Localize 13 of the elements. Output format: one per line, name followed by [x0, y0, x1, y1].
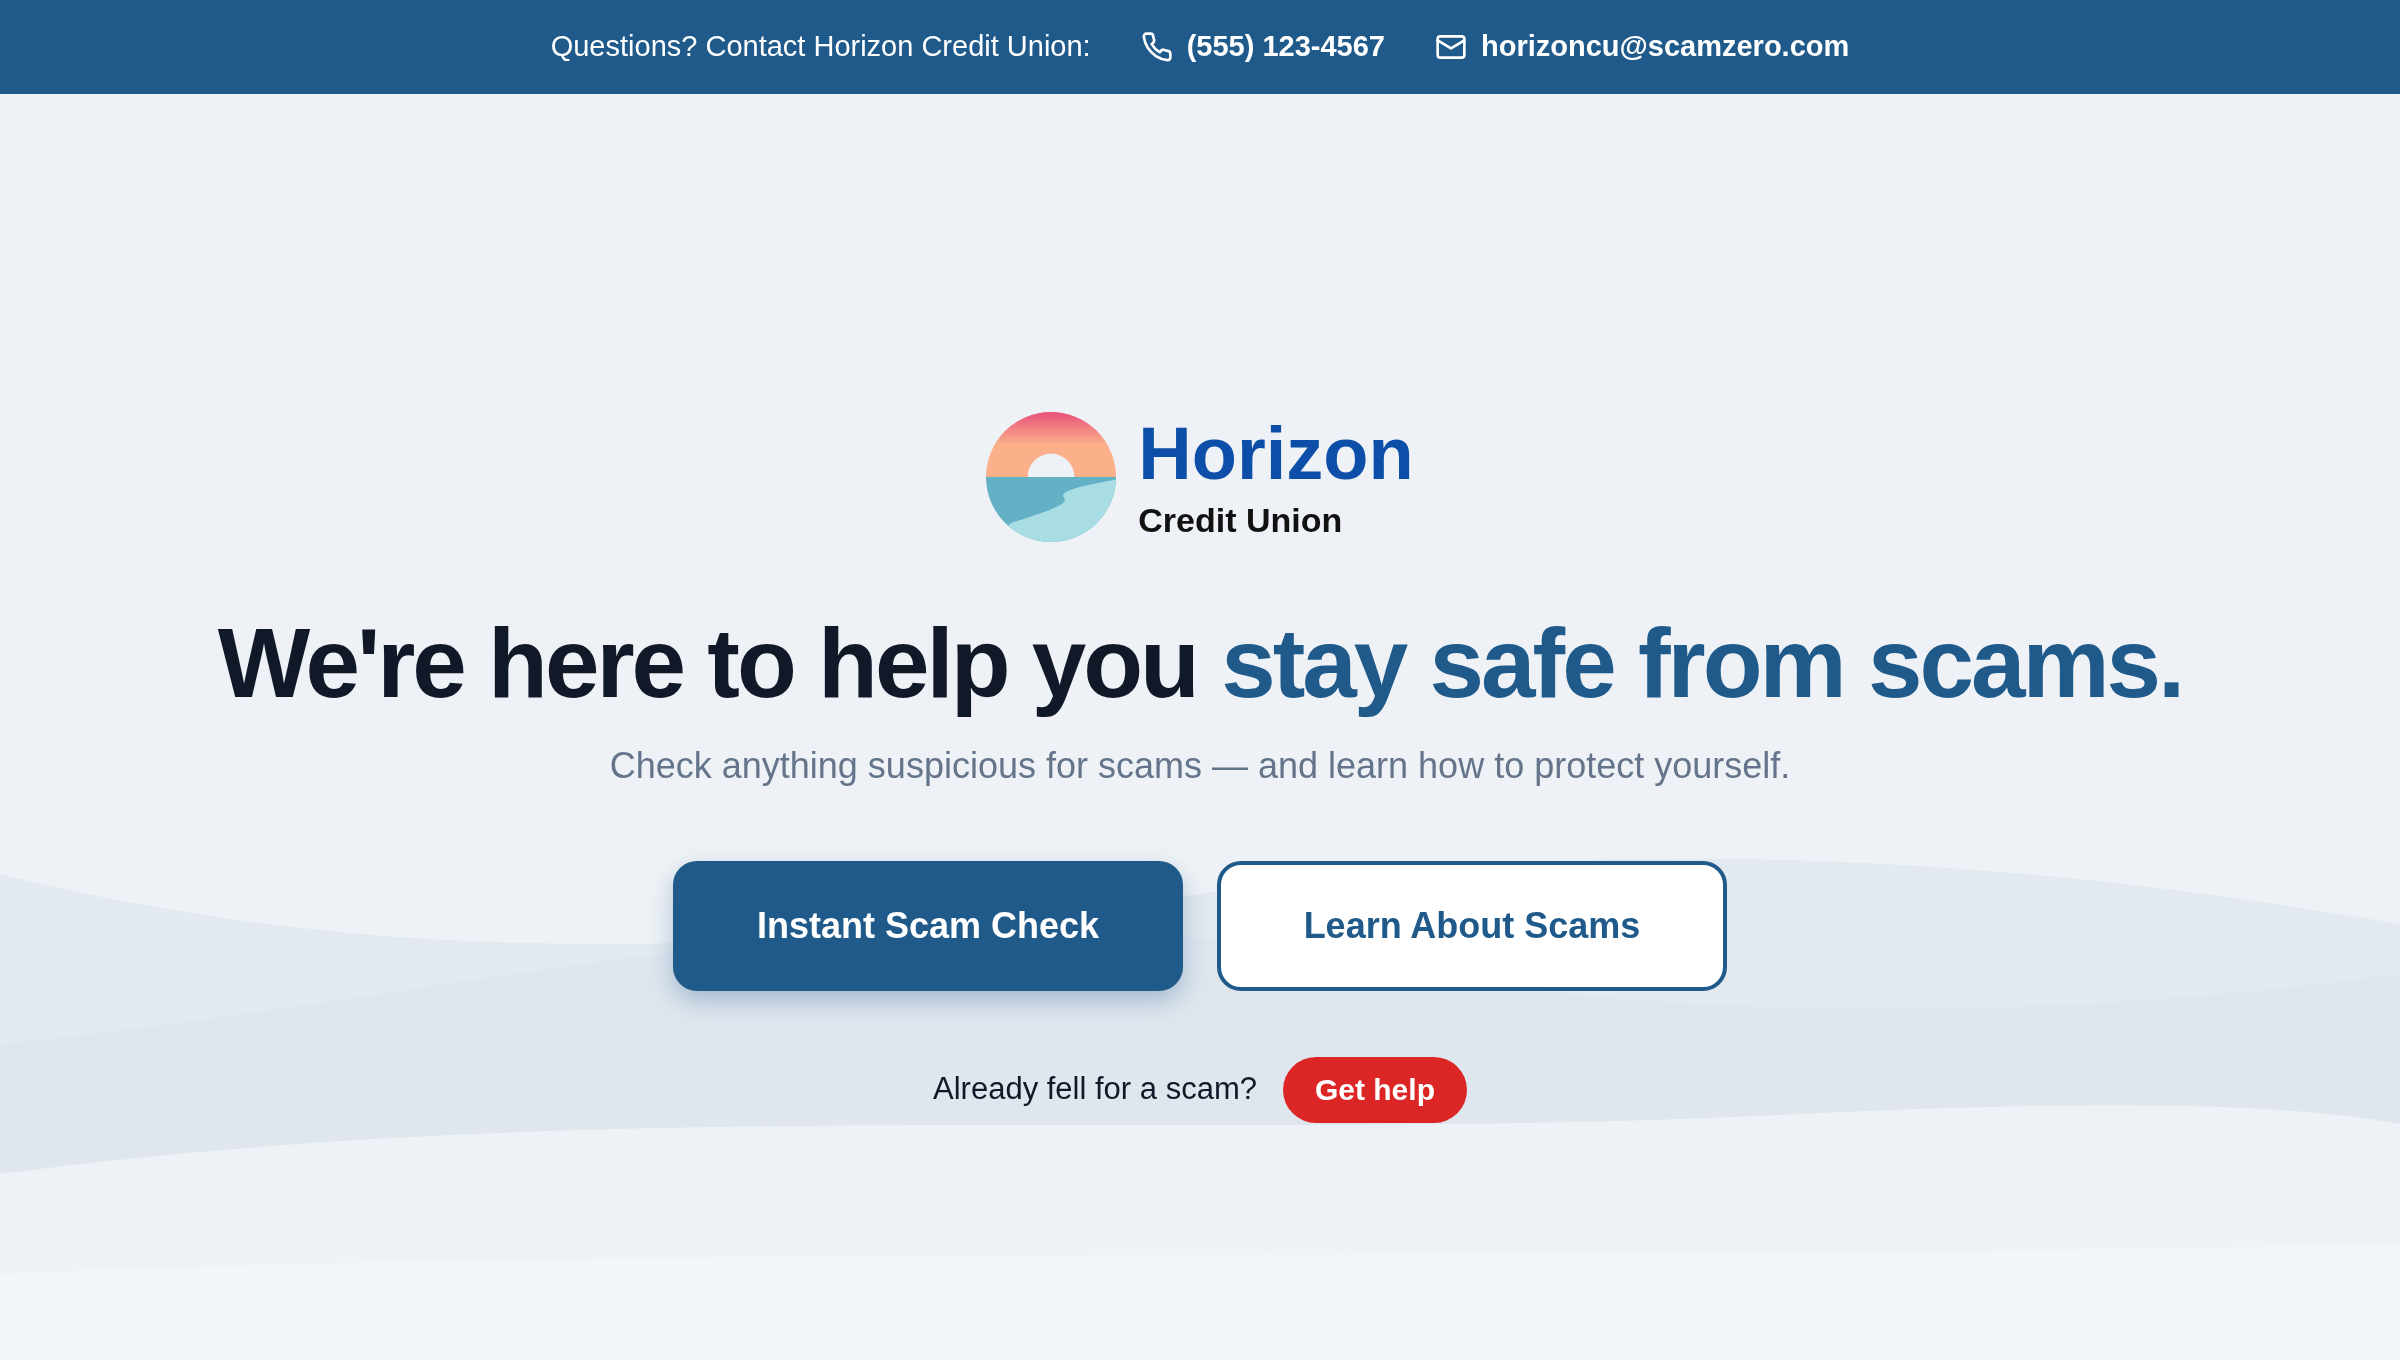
email-link[interactable]: horizoncu@scamzero.com	[1481, 25, 1850, 69]
learn-button[interactable]: Learn About Scams	[1217, 860, 1727, 991]
logo-title: Horizon	[1138, 417, 1414, 491]
scam-check-button[interactable]: Instant Scam Check	[673, 860, 1183, 991]
logo-subtitle: Credit Union	[1138, 503, 1344, 537]
phone-icon	[1140, 31, 1173, 63]
logo-icon	[986, 412, 1117, 542]
hero-heading: We're here to help you stay safe from scams.	[217, 607, 2183, 720]
phone-link[interactable]: (555) 123-4567	[1186, 25, 1385, 69]
hero-subtitle: Check anything suspicious for scams — and learn how to protect yourself.	[609, 743, 1791, 788]
get-help-button[interactable]: Get help	[1282, 1056, 1467, 1123]
help-prompt: Already fell for a scam?	[933, 1070, 1257, 1109]
contact-label: Questions? Contact Horizon Credit Union:	[550, 29, 1091, 65]
